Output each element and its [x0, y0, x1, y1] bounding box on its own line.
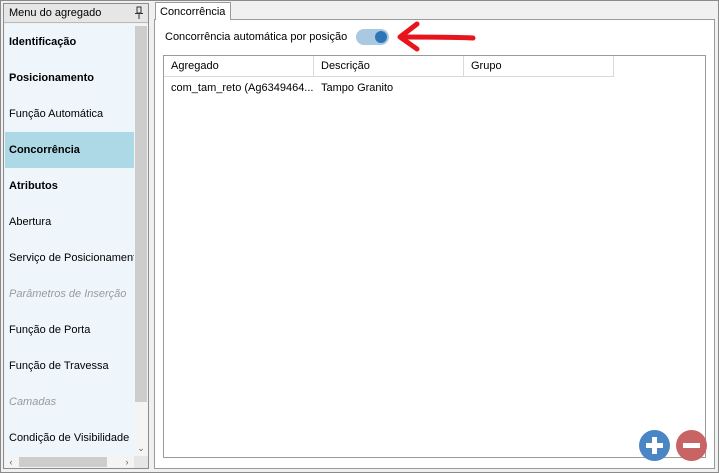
- menu-item-label: Serviço de Posicionamento: [9, 252, 134, 264]
- menu-item-label: Parâmetros de Inserção: [9, 288, 127, 300]
- menu-item-parametros-insercao: Parâmetros de Inserção: [5, 276, 134, 312]
- toggle-knob: [375, 31, 387, 43]
- tab-label: Concorrência: [160, 6, 226, 18]
- vertical-scroll-thumb[interactable]: [135, 26, 147, 402]
- column-header-descricao[interactable]: Descrição: [314, 56, 464, 77]
- menu-item-label: Função de Travessa: [9, 360, 109, 372]
- menu-item-funcao-travessa[interactable]: Função de Travessa: [5, 348, 134, 384]
- menu-item-identificacao[interactable]: Identificação: [5, 24, 134, 60]
- menu-item-abertura[interactable]: Abertura: [5, 204, 134, 240]
- column-header-agregado[interactable]: Agregado: [164, 56, 314, 77]
- menu-item-label: Posicionamento: [9, 72, 94, 84]
- menu-item-camadas: Camadas: [5, 384, 134, 420]
- tab-concorrencia[interactable]: Concorrência: [155, 2, 231, 20]
- remove-button[interactable]: [676, 430, 707, 461]
- menu-item-atributos[interactable]: Atributos: [5, 168, 134, 204]
- cell-agregado: com_tam_reto (Ag6349464...: [171, 82, 314, 94]
- panel-header: Menu do agregado: [4, 4, 148, 23]
- menu-item-condicao-visibilidade[interactable]: Condição de Visibilidade: [5, 420, 134, 456]
- scrollbar-corner: [134, 456, 148, 468]
- menu-list: Identificação Posicionamento Função Auto…: [5, 24, 134, 456]
- red-arrow-annotation: [397, 21, 476, 52]
- menu-item-funcao-automatica[interactable]: Função Automática: [5, 96, 134, 132]
- add-button[interactable]: [639, 430, 670, 461]
- aggregate-menu-panel: Menu do agregado Identificação Posiciona…: [3, 3, 149, 469]
- column-header-grupo[interactable]: Grupo: [464, 56, 614, 77]
- menu-item-funcao-porta[interactable]: Função de Porta: [5, 312, 134, 348]
- aggregates-table: Agregado Descrição Grupo com_tam_reto (A…: [163, 55, 706, 458]
- menu-item-label: Condição de Visibilidade: [9, 432, 130, 444]
- table-header: Agregado Descrição Grupo: [164, 56, 705, 77]
- menu-item-label: Função Automática: [9, 108, 104, 120]
- menu-item-label: Camadas: [9, 396, 57, 408]
- menu-item-posicionamento[interactable]: Posicionamento: [5, 60, 134, 96]
- menu-item-concorrencia[interactable]: Concorrência: [5, 132, 134, 168]
- chevron-right-icon[interactable]: ›: [121, 456, 133, 468]
- vertical-scrollbar[interactable]: ⌄: [134, 24, 148, 456]
- menu-item-servico-posicionamento[interactable]: Serviço de Posicionamento: [5, 240, 134, 276]
- pin-icon[interactable]: [134, 6, 144, 20]
- chevron-left-icon[interactable]: ‹: [5, 456, 17, 468]
- menu-item-label: Concorrência: [9, 144, 80, 156]
- menu-item-label: Identificação: [9, 36, 77, 48]
- minus-circle-icon: [676, 430, 707, 461]
- horizontal-scroll-thumb[interactable]: [19, 457, 107, 467]
- menu-item-label: Abertura: [9, 216, 52, 228]
- menu-item-label: Atributos: [9, 180, 58, 192]
- menu-item-label: Função de Porta: [9, 324, 91, 336]
- horizontal-scrollbar[interactable]: ‹ ›: [5, 456, 134, 468]
- auto-concurrency-toggle[interactable]: [356, 29, 389, 45]
- cell-descricao: Tampo Granito: [321, 82, 394, 94]
- panel-title: Menu do agregado: [9, 7, 102, 19]
- toggle-label: Concorrência automática por posição: [165, 31, 348, 43]
- plus-circle-icon: [639, 430, 670, 461]
- chevron-down-icon[interactable]: ⌄: [134, 442, 148, 454]
- table-row[interactable]: com_tam_reto (Ag6349464... Tampo Granito: [164, 78, 614, 98]
- cell-grupo: [464, 78, 614, 98]
